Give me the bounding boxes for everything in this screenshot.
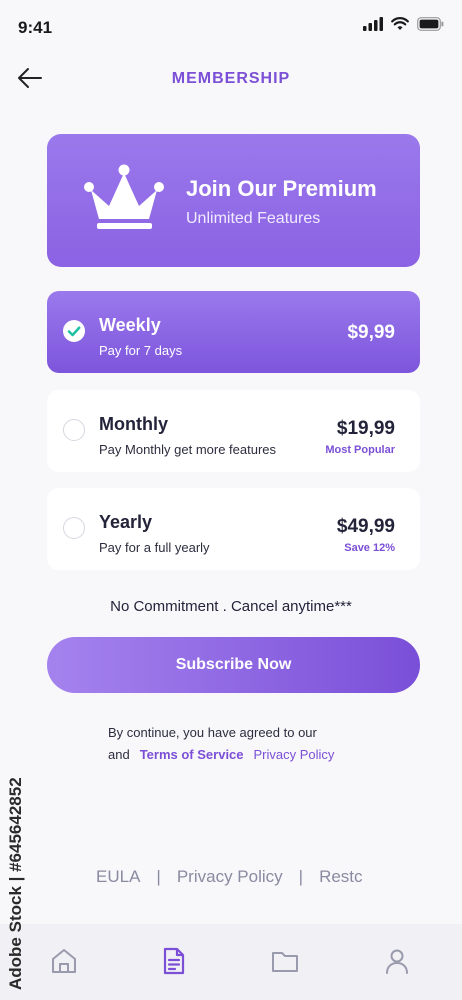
plan-description: Pay for 7 days xyxy=(99,343,183,358)
profile-icon xyxy=(386,949,408,974)
banner-title: Join Our Premium xyxy=(186,176,377,201)
legal-text: By continue, you have agreed to our and … xyxy=(108,722,334,766)
document-icon xyxy=(163,947,185,975)
plan-description: Pay Monthly get more features xyxy=(99,442,277,457)
legal-and: and xyxy=(108,747,130,762)
plan-monthly[interactable]: Monthly Pay Monthly get more features $1… xyxy=(47,390,420,472)
page-title: MEMBERSHIP xyxy=(171,70,291,87)
tab-profile[interactable] xyxy=(382,946,412,976)
plan-price: $19,99 xyxy=(336,418,395,439)
plan-name: Yearly xyxy=(99,512,153,532)
battery-icon xyxy=(417,17,444,31)
status-icons xyxy=(363,17,444,31)
separator: | xyxy=(156,867,161,886)
subscribe-button[interactable]: Subscribe Now xyxy=(47,637,420,693)
plan-name: Monthly xyxy=(99,414,168,434)
plan-weekly[interactable]: Weekly Pay for 7 days $9,99 xyxy=(47,291,420,373)
check-icon xyxy=(67,326,81,337)
plan-price: $49,99 xyxy=(336,516,395,537)
crown-icon xyxy=(84,164,164,229)
plan-badge: Most Popular xyxy=(325,444,395,456)
no-commitment-text: No Commitment . Cancel anytime*** xyxy=(110,598,352,615)
status-time: 9:41 xyxy=(18,18,53,37)
plan-radio-checked[interactable] xyxy=(63,320,85,342)
header: MEMBERSHIP xyxy=(0,56,462,102)
separator: | xyxy=(298,867,304,886)
plan-badge: Save 12% xyxy=(344,542,395,554)
plan-price: $9,99 xyxy=(347,322,395,343)
terms-of-service-link[interactable]: Terms of Service xyxy=(140,744,244,766)
tab-folder[interactable] xyxy=(270,946,300,976)
tab-bar xyxy=(0,924,462,1000)
plan-radio[interactable] xyxy=(63,419,85,441)
tab-home[interactable] xyxy=(49,946,79,976)
restore-link[interactable]: Restc xyxy=(319,867,362,887)
privacy-policy-link[interactable]: Privacy Policy xyxy=(254,744,335,766)
banner-subtitle: Unlimited Features xyxy=(186,210,321,227)
plan-yearly[interactable]: Yearly Pay for a full yearly $49,99 Save… xyxy=(47,488,420,570)
footer-links: EULA | Privacy Policy | Restc xyxy=(96,867,363,887)
stock-watermark: Adobe Stock | #645642852 xyxy=(6,777,25,990)
plan-radio[interactable] xyxy=(63,517,85,539)
footer-privacy-link[interactable]: Privacy Policy xyxy=(177,867,283,887)
premium-banner: Join Our Premium Unlimited Features xyxy=(47,134,420,267)
status-bar: 9:41 xyxy=(0,0,462,56)
legal-links-row: and Terms of Service Privacy Policy xyxy=(108,744,334,766)
wifi-icon xyxy=(391,17,409,30)
plan-description: Pay for a full yearly xyxy=(99,540,210,555)
folder-icon xyxy=(272,952,298,972)
home-icon xyxy=(52,949,76,973)
plan-name: Weekly xyxy=(99,315,161,335)
tab-documents[interactable] xyxy=(159,946,189,976)
eula-link[interactable]: EULA xyxy=(96,867,140,887)
signal-icon xyxy=(363,17,383,31)
legal-line: By continue, you have agreed to our xyxy=(108,725,317,740)
